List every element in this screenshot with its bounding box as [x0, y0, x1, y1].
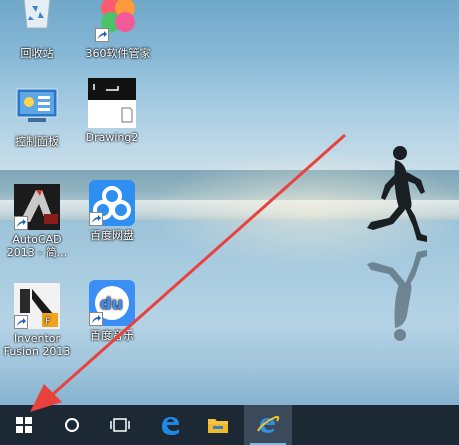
shortcut-arrow-icon: [89, 312, 103, 326]
desktop-icon-drawing2[interactable]: Drawing2: [77, 78, 147, 144]
desktop-icon-label: AutoCAD 2013 - 简...: [2, 233, 72, 259]
desktop-icon-label: 百度网盘: [90, 229, 134, 242]
windows-logo-icon: [16, 417, 32, 433]
internet-explorer-button[interactable]: [244, 405, 292, 445]
taskbar: [0, 405, 459, 445]
desktop-icon-label: 百度音乐: [90, 329, 134, 342]
file-explorer-button[interactable]: [194, 405, 242, 445]
cortana-circle-icon: [65, 418, 79, 432]
desktop-icon-label: 回收站: [20, 47, 54, 60]
desktop-icon-label-line: Fusion 2013: [3, 345, 71, 358]
svg-text:du: du: [100, 294, 123, 313]
control-panel-icon: [14, 86, 60, 132]
inventor-fusion-icon: F: [14, 283, 60, 329]
desktop-icon-label-line: 2013 - 简...: [6, 246, 68, 259]
task-view-icon: [110, 418, 130, 432]
desktop-icon-baidu-music[interactable]: du 百度音乐: [77, 280, 147, 342]
desktop-icon-autocad-2013[interactable]: AutoCAD 2013 - 简...: [2, 184, 72, 259]
folder-icon: [208, 419, 228, 433]
desktop-icon-inventor-fusion[interactable]: F Inventor Fusion 2013: [2, 283, 72, 358]
recycle-bin-icon: [14, 0, 60, 44]
task-view-button[interactable]: [96, 405, 144, 445]
edge-button[interactable]: [146, 405, 194, 445]
desktop-icon-label-line: AutoCAD: [12, 233, 62, 246]
desktop-icon-label-line: Inventor: [13, 332, 61, 345]
desktop-icon-baidu-netdisk[interactable]: 百度网盘: [77, 180, 147, 242]
ie-icon: [257, 415, 280, 433]
desktop-icon-label: 360软件管家: [85, 47, 151, 60]
desktop-icon-label: Inventor Fusion 2013: [2, 332, 72, 358]
start-button[interactable]: [0, 405, 48, 445]
shortcut-arrow-icon: [14, 315, 28, 329]
desktop-icon-label: Drawing2: [85, 131, 139, 144]
desktop-icon-recycle-bin[interactable]: 回收站: [2, 0, 72, 60]
autocad-icon: [14, 184, 60, 230]
desktop-icon-label: 控制面板: [15, 135, 59, 148]
drawing-file-icon: [88, 78, 136, 128]
shortcut-arrow-icon: [95, 28, 109, 42]
desktop-icon-control-panel[interactable]: 控制面板: [2, 86, 72, 148]
svg-text:F: F: [45, 317, 50, 327]
shortcut-arrow-icon: [14, 216, 28, 230]
desktop-icon-360-software[interactable]: 360软件管家: [83, 0, 153, 60]
baidu-netdisk-icon: [89, 180, 135, 226]
shortcut-arrow-icon: [89, 212, 103, 226]
runner-silhouette: [367, 146, 427, 341]
cortana-search-button[interactable]: [48, 405, 96, 445]
edge-icon: [162, 417, 179, 435]
360-software-icon: [95, 0, 141, 44]
baidu-music-icon: du: [89, 280, 135, 326]
